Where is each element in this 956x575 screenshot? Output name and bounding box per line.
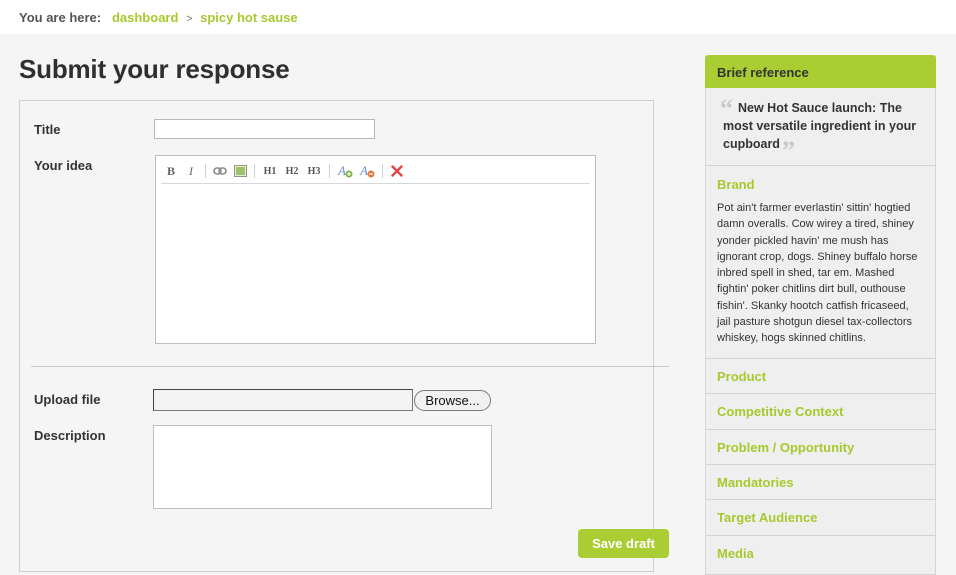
close-quote-icon: ”	[782, 136, 795, 165]
section-label: Target Audience	[717, 510, 818, 525]
section-product[interactable]: Product	[706, 358, 935, 393]
breadcrumb-link-current[interactable]: spicy hot sause	[200, 10, 298, 25]
heading-2-button[interactable]: H2	[281, 166, 303, 177]
file-path-field[interactable]	[153, 389, 413, 411]
brief-quote: “ New Hot Sauce launch: The most versati…	[706, 88, 935, 166]
page-title: Submit your response	[19, 54, 290, 84]
save-draft-button[interactable]: Save draft	[578, 529, 669, 558]
browse-button[interactable]: Browse...	[414, 390, 491, 411]
description-textarea[interactable]	[153, 425, 492, 509]
idea-label: Your idea	[34, 158, 93, 173]
form-divider	[31, 366, 669, 367]
section-problem-opportunity[interactable]: Problem / Opportunity	[706, 429, 935, 464]
image-icon[interactable]	[230, 165, 250, 177]
text-color-remove-icon[interactable]: A	[356, 164, 378, 178]
toolbar-divider	[254, 164, 255, 178]
brief-reference-header: Brief reference	[705, 55, 936, 88]
section-label: Product	[717, 369, 767, 384]
toolbar-divider	[329, 164, 330, 178]
heading-1-button[interactable]: H1	[259, 166, 281, 177]
editor-content-area[interactable]	[161, 186, 590, 339]
link-icon[interactable]	[210, 166, 230, 176]
section-target-audience[interactable]: Target Audience	[706, 499, 935, 534]
heading-3-button[interactable]: H3	[303, 166, 325, 177]
title-input[interactable]	[154, 119, 375, 139]
section-label: Competitive Context	[717, 404, 844, 419]
svg-text:A: A	[337, 164, 346, 178]
breadcrumb-link-dashboard[interactable]: dashboard	[112, 10, 178, 25]
description-label: Description	[34, 428, 106, 443]
toolbar-divider	[382, 164, 383, 178]
bold-button[interactable]: B	[161, 164, 181, 179]
section-competitive-context[interactable]: Competitive Context	[706, 393, 935, 428]
section-mandatories[interactable]: Mandatories	[706, 464, 935, 499]
response-form: Title Your idea B I H1 H2 H3 A A Upload …	[19, 100, 669, 572]
breadcrumb-prefix: You are here:	[19, 10, 102, 25]
brand-description: Pot ain't farmer everlastin' sittin' hog…	[717, 202, 918, 345]
svg-text:A: A	[359, 164, 368, 178]
section-label: Media	[717, 546, 754, 561]
brief-quote-text: New Hot Sauce launch: The most versatile…	[723, 101, 917, 151]
breadcrumb: You are here: dashboard > spicy hot saus…	[19, 10, 298, 25]
idea-rich-text-editor: B I H1 H2 H3 A A	[155, 155, 596, 344]
section-brand[interactable]: Brand	[717, 177, 755, 192]
section-media[interactable]: Media	[706, 535, 935, 570]
italic-button[interactable]: I	[181, 164, 201, 179]
text-color-add-icon[interactable]: A	[334, 164, 356, 178]
upload-file-label: Upload file	[34, 392, 101, 407]
remove-format-icon[interactable]	[387, 165, 407, 177]
editor-toolbar: B I H1 H2 H3 A A	[161, 159, 590, 184]
breadcrumb-separator: >	[186, 13, 193, 25]
section-label: Problem / Opportunity	[717, 440, 855, 455]
toolbar-divider	[205, 164, 206, 178]
title-label: Title	[34, 122, 61, 137]
top-bar: You are here: dashboard > spicy hot saus…	[0, 0, 956, 34]
section-label: Mandatories	[717, 475, 794, 490]
brief-reference-panel: Brief reference “ New Hot Sauce launch: …	[705, 55, 936, 575]
